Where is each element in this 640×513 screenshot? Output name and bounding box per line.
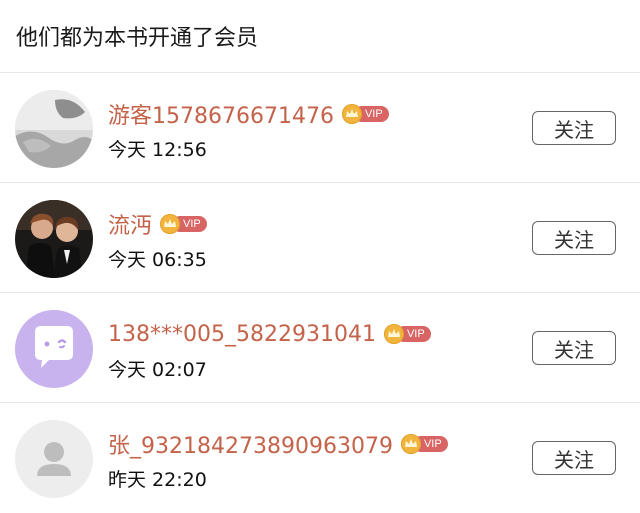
vip-badge: VIP: [383, 324, 431, 344]
vip-badge: VIP: [400, 434, 448, 454]
member-name[interactable]: 138***005_5822931041: [108, 322, 376, 347]
vip-badge: VIP: [341, 104, 389, 124]
open-time: 今天 02:07: [108, 359, 207, 381]
follow-button[interactable]: 关注: [532, 221, 616, 255]
follow-button[interactable]: 关注: [532, 441, 616, 475]
list-item[interactable]: 游客1578676671476 VIP 今天 12:56 关注: [0, 73, 640, 183]
member-name[interactable]: 流沔: [108, 208, 152, 240]
page-header: 他们都为本书开通了会员: [0, 0, 640, 73]
open-time: 昨天 22:20: [108, 469, 207, 491]
avatar[interactable]: [15, 420, 93, 498]
vip-badge: VIP: [160, 214, 207, 234]
list-item[interactable]: 138***005_5822931041 VIP 今天 02:07 关注: [0, 293, 640, 403]
list-item[interactable]: 流沔 VIP 今天 06:35 关注: [0, 183, 640, 293]
crown-icon: [400, 434, 421, 454]
page-title: 他们都为本书开通了会员: [16, 26, 259, 51]
avatar[interactable]: [15, 310, 93, 388]
avatar[interactable]: [15, 200, 93, 278]
open-time: 今天 12:56: [108, 139, 207, 161]
crown-icon: [341, 104, 362, 124]
member-name[interactable]: 张_932184273890963079: [108, 428, 393, 460]
list-item[interactable]: 张_932184273890963079 VIP 昨天 22:20 关注: [0, 403, 640, 513]
crown-icon: [383, 324, 404, 344]
member-list: 游客1578676671476 VIP 今天 12:56 关注 流沔 VIP 今…: [0, 73, 640, 513]
crown-icon: [160, 214, 181, 234]
follow-button[interactable]: 关注: [532, 111, 616, 145]
follow-button[interactable]: 关注: [532, 331, 616, 365]
member-name[interactable]: 游客1578676671476: [108, 98, 334, 130]
avatar[interactable]: [15, 90, 93, 168]
open-time: 今天 06:35: [108, 249, 207, 271]
